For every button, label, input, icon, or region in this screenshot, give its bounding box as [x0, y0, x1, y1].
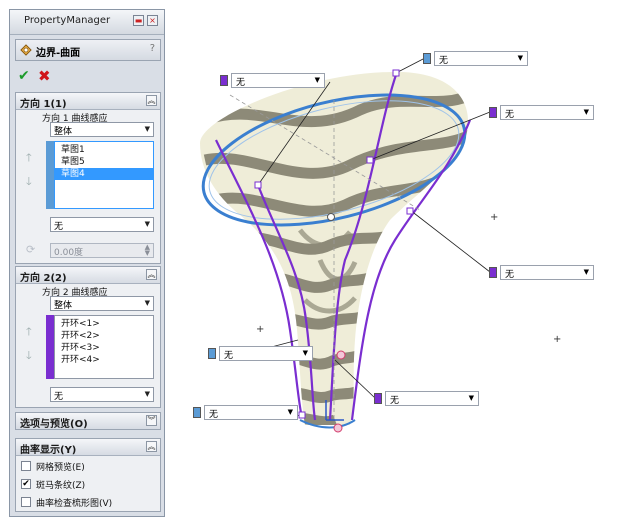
list-item[interactable]: 草图4: [55, 168, 153, 180]
direction1-curve-list[interactable]: 草图1 草图5 草图4: [54, 141, 154, 209]
zebra-stripes-checkbox[interactable]: ✔: [21, 479, 31, 489]
curve-color-swatch: [193, 407, 201, 418]
curvature-comb-checkbox[interactable]: [21, 497, 31, 507]
zebra-surface: [200, 71, 469, 426]
direction1-group: 方向 1(1) ︽ 方向 1 曲线感应 整体 ▼ 🡑 🡓 草图1 草图5 草图4…: [15, 92, 161, 264]
spinner-icon[interactable]: ▲ ▼: [145, 244, 150, 257]
ok-button[interactable]: ✔: [18, 68, 30, 84]
collapse-icon[interactable]: ︽: [146, 441, 157, 452]
direction1-tangency-select[interactable]: 无 ▼: [50, 217, 154, 232]
direction1-influence-select[interactable]: 整体 ▼: [50, 122, 154, 137]
mesh-preview-label: 网格预览(E): [36, 463, 85, 473]
chevron-down-icon: ▼: [302, 349, 308, 357]
direction1-angle-input[interactable]: 0.00度 ▲ ▼: [50, 243, 154, 258]
collapse-icon[interactable]: ︽: [146, 95, 157, 106]
list-item[interactable]: 开环<2>: [55, 330, 153, 342]
chevron-down-icon: ▼: [468, 394, 474, 402]
origin-marker: +: [256, 324, 265, 335]
property-manager-panel: PropertyManager ▬ × 边界-曲面 ? ✔ ✖ 方向 1(1) …: [9, 9, 165, 517]
chevron-down-icon: ▼: [517, 54, 523, 62]
move-up-icon[interactable]: 🡑: [26, 149, 32, 168]
chevron-down-icon: ▼: [287, 408, 293, 416]
direction2-header[interactable]: 方向 2(2) ︽: [16, 267, 160, 284]
direction2-influence-select[interactable]: 整体 ▼: [50, 296, 154, 311]
curve-color-swatch: [220, 75, 228, 86]
direction1-header[interactable]: 方向 1(1) ︽: [16, 93, 160, 110]
curve-color-swatch: [374, 393, 382, 404]
chevron-down-icon: ▼: [583, 268, 589, 276]
options-group: 选项与预览(O) ︾: [15, 412, 161, 430]
chevron-down-icon: ▼: [144, 390, 150, 398]
direction2-tangency-select[interactable]: 无 ▼: [50, 387, 154, 402]
direction2-color-strip: [46, 315, 54, 379]
feature-header: 边界-曲面 ?: [15, 39, 161, 61]
rotate-icon: ⟳: [26, 243, 36, 256]
curve-color-swatch: [208, 348, 216, 359]
callout-tangency-dropdown[interactable]: 无 ▼: [489, 105, 594, 120]
help-icon[interactable]: ?: [150, 43, 155, 54]
move-down-icon[interactable]: 🡓: [26, 173, 32, 192]
curvature-group: 曲率显示(Y) ︽ 网格预览(E) ✔ 斑马条纹(Z) 曲率检查梳形图(V): [15, 438, 161, 512]
curve-color-swatch: [489, 267, 497, 278]
callout-tangency-dropdown[interactable]: 无 ▼: [423, 51, 528, 66]
list-item[interactable]: 草图5: [55, 156, 153, 168]
pin-icon[interactable]: ▬: [133, 15, 144, 26]
chevron-down-icon: ▼: [144, 220, 150, 228]
close-panel-icon[interactable]: ×: [147, 15, 158, 26]
direction1-color-strip: [46, 141, 54, 209]
collapse-icon[interactable]: ︽: [146, 269, 157, 280]
expand-icon[interactable]: ︾: [146, 415, 157, 426]
panel-titlebar: PropertyManager ▬ ×: [10, 10, 164, 35]
panel-title: PropertyManager: [24, 15, 111, 26]
callout-tangency-dropdown[interactable]: 无 ▼: [374, 391, 479, 406]
feature-title: 边界-曲面: [36, 48, 81, 59]
origin-marker: +: [553, 334, 562, 345]
chevron-down-icon: ▼: [583, 108, 589, 116]
callout-tangency-dropdown[interactable]: 无 ▼: [489, 265, 594, 280]
move-down-icon[interactable]: 🡓: [26, 347, 32, 366]
origin-marker: +: [490, 212, 499, 223]
cancel-button[interactable]: ✖: [38, 67, 51, 85]
chevron-down-icon: ▼: [144, 299, 150, 307]
callout-tangency-dropdown[interactable]: 无 ▼: [193, 405, 298, 420]
curve-color-swatch: [489, 107, 497, 118]
options-header[interactable]: 选项与预览(O) ︾: [16, 413, 160, 430]
mesh-preview-checkbox[interactable]: [21, 461, 31, 471]
curve-color-swatch: [423, 53, 431, 64]
direction2-group: 方向 2(2) ︽ 方向 2 曲线感应 整体 ▼ 🡑 🡓 开环<1> 开环<2>…: [15, 266, 161, 408]
list-item[interactable]: 开环<3>: [55, 342, 153, 354]
direction2-curve-list[interactable]: 开环<1> 开环<2> 开环<3> 开环<4>: [54, 315, 154, 379]
curvature-header[interactable]: 曲率显示(Y) ︽: [16, 439, 160, 456]
list-item[interactable]: 草图1: [55, 144, 153, 156]
chevron-down-icon: ▼: [144, 125, 150, 133]
curvature-comb-label: 曲率检查梳形图(V): [36, 499, 113, 509]
boundary-surface-icon: [20, 44, 32, 56]
chevron-down-icon: ▼: [314, 76, 320, 84]
callout-tangency-dropdown[interactable]: 无 ▼: [220, 73, 325, 88]
list-item[interactable]: 开环<4>: [55, 354, 153, 366]
list-item[interactable]: 开环<1>: [55, 318, 153, 330]
move-up-icon[interactable]: 🡑: [26, 323, 32, 342]
zebra-stripes-label: 斑马条纹(Z): [36, 481, 86, 491]
callout-tangency-dropdown[interactable]: 无 ▼: [208, 346, 313, 361]
